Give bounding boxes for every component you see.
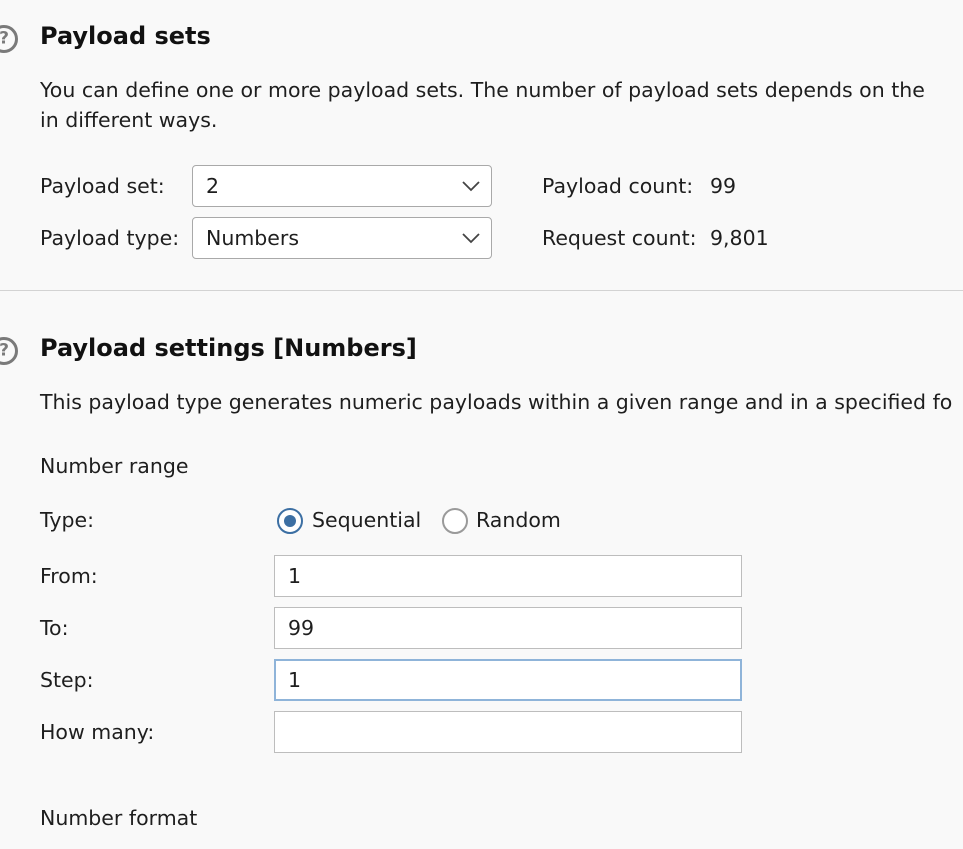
- payload-type-value: Numbers: [206, 226, 300, 250]
- payload-count-label: Payload count:: [542, 174, 694, 198]
- payload-sets-title: Payload sets: [40, 22, 211, 50]
- payload-sets-description: You can define one or more payload sets.…: [40, 78, 925, 102]
- help-icon[interactable]: ?: [0, 25, 18, 53]
- type-label: Type:: [40, 508, 94, 532]
- chevron-down-icon: [462, 181, 480, 192]
- step-label: Step:: [40, 668, 94, 692]
- sequential-radio[interactable]: [277, 508, 303, 534]
- to-label: To:: [40, 616, 69, 640]
- step-input[interactable]: [274, 659, 742, 701]
- number-format-heading: Number format: [40, 806, 198, 830]
- payload-count-value: 99: [710, 174, 737, 198]
- payload-type-dropdown[interactable]: Numbers: [192, 217, 492, 259]
- sequential-radio-label[interactable]: Sequential: [312, 508, 421, 532]
- how-many-label: How many:: [40, 720, 155, 744]
- payload-settings-description: This payload type generates numeric payl…: [40, 390, 953, 414]
- request-count-label: Request count:: [542, 226, 697, 250]
- payload-type-label: Payload type:: [40, 226, 180, 250]
- chevron-down-icon: [462, 233, 480, 244]
- payload-settings-title: Payload settings [Numbers]: [40, 334, 417, 362]
- from-label: From:: [40, 564, 98, 588]
- help-icon[interactable]: ?: [0, 337, 18, 365]
- how-many-input[interactable]: [274, 711, 742, 753]
- section-divider: [0, 290, 963, 291]
- request-count-value: 9,801: [710, 226, 769, 250]
- payload-set-value: 2: [206, 174, 220, 198]
- from-input[interactable]: [274, 555, 742, 597]
- payload-sets-description-cont: in different ways.: [40, 108, 218, 132]
- random-radio[interactable]: [442, 508, 468, 534]
- to-input[interactable]: [274, 607, 742, 649]
- random-radio-label[interactable]: Random: [476, 508, 561, 532]
- payload-set-dropdown[interactable]: 2: [192, 165, 492, 207]
- payload-set-label: Payload set:: [40, 174, 165, 198]
- number-range-heading: Number range: [40, 454, 189, 478]
